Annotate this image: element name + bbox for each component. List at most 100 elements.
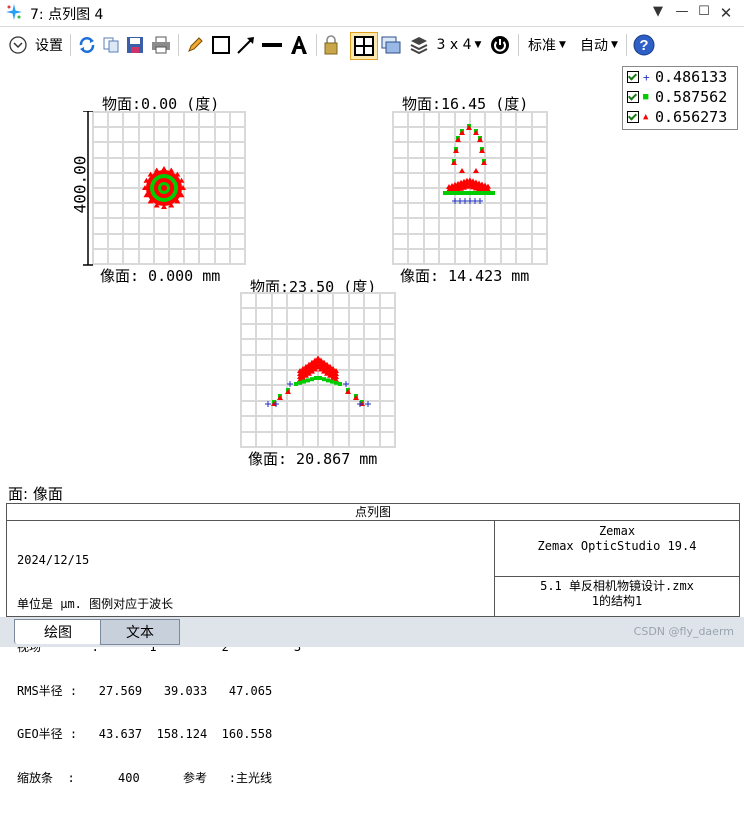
spot-point — [277, 395, 283, 400]
rectangle-icon[interactable] — [210, 33, 232, 57]
window-title: 7: 点列图 4 — [30, 7, 104, 23]
checkbox-icon[interactable] — [627, 91, 639, 103]
caret-down-icon: ▼ — [474, 40, 482, 50]
spot-point — [447, 191, 451, 195]
plot1-image-label: 像面: 0.000 mm — [100, 267, 221, 285]
spot-point — [467, 191, 471, 195]
settings-button[interactable]: 设置 — [32, 33, 66, 57]
spot-point — [487, 191, 491, 195]
checkbox-icon[interactable] — [627, 111, 639, 123]
minimize-button[interactable]: — — [672, 4, 692, 22]
spot-point — [479, 191, 483, 195]
spot-point — [475, 191, 479, 195]
arrow-line-icon[interactable] — [234, 33, 258, 57]
legend-label: 0.587562 — [655, 88, 728, 106]
auto-dropdown[interactable]: 自动 ▼ — [576, 33, 622, 57]
plot3-image-label: 像面: 20.867 mm — [248, 450, 378, 468]
software-version: Zemax OpticStudio 19.4 — [537, 539, 697, 553]
text-icon[interactable] — [287, 33, 311, 57]
grid-layout-toggle-icon[interactable] — [350, 32, 378, 60]
refresh-icon[interactable] — [76, 33, 98, 57]
spot-point — [463, 191, 467, 195]
spot-point — [471, 191, 475, 195]
spot-point — [285, 389, 291, 394]
spot-point — [345, 389, 351, 394]
plot1-grid — [92, 111, 246, 265]
spot-point — [338, 382, 342, 386]
spot-point — [302, 379, 306, 384]
window-layout-icon[interactable] — [379, 33, 403, 57]
spot-point — [322, 377, 326, 382]
spot-point — [298, 380, 302, 385]
spot-point — [310, 377, 314, 382]
close-button[interactable]: ✕ — [716, 4, 736, 22]
plot2-image-label: 像面: 14.423 mm — [400, 267, 530, 285]
tab-bar: 绘图 文本 CSDN @fly_daerm — [0, 617, 744, 647]
copy-icon[interactable] — [100, 33, 122, 57]
layout-grid-label: 3 x 4 — [436, 37, 472, 53]
spot-point — [483, 191, 487, 195]
standard-dropdown[interactable]: 标准 ▼ — [524, 33, 570, 57]
checkbox-icon[interactable] — [627, 71, 639, 83]
separator — [316, 34, 317, 56]
spot-point — [459, 191, 463, 195]
separator — [626, 34, 627, 56]
print-icon[interactable] — [150, 33, 172, 57]
legend-marker: + — [643, 70, 650, 84]
plot3-gridlines — [240, 292, 396, 448]
spot-point — [473, 168, 479, 173]
auto-label: 自动 — [580, 38, 609, 54]
spot-point — [294, 382, 298, 386]
spot-point — [330, 379, 334, 384]
spot-point — [451, 160, 457, 165]
save-icon[interactable] — [124, 33, 146, 57]
surface-label: 面: 像面 — [8, 485, 63, 503]
spot-point — [326, 378, 330, 383]
spot-point — [481, 160, 487, 165]
legend-label: 0.486133 — [655, 68, 728, 86]
spot-point — [473, 130, 479, 135]
separator — [70, 34, 71, 56]
lock-icon[interactable] — [320, 33, 342, 57]
pencil-icon[interactable] — [184, 33, 206, 57]
title-bar: 7: 点列图 4 ▼ — ☐ ✕ — [0, 0, 744, 27]
maximize-button[interactable]: ☐ — [694, 4, 714, 22]
tab-text[interactable]: 文本 — [100, 619, 180, 645]
spot-point — [306, 378, 310, 383]
legend-marker: ▲ — [643, 112, 649, 122]
spot-point — [353, 395, 359, 400]
spot-point — [477, 137, 483, 142]
settings-chevron-icon[interactable] — [8, 33, 28, 57]
spot-ring — [161, 185, 167, 191]
caret-down-icon: ▼ — [611, 40, 618, 50]
spot-point — [459, 130, 465, 135]
help-icon[interactable]: ? — [632, 33, 656, 57]
software-name: Zemax — [598, 524, 636, 538]
watermark: CSDN @fly_daerm — [633, 625, 734, 638]
spot-point — [318, 376, 322, 380]
svg-text:?: ? — [639, 37, 648, 54]
sparkle-icon — [6, 4, 22, 20]
line-icon[interactable] — [260, 33, 284, 57]
standard-label: 标准 — [528, 38, 557, 54]
layers-icon[interactable] — [407, 33, 431, 57]
spot-point — [491, 191, 495, 195]
power-icon[interactable] — [488, 33, 512, 57]
plot3-grid — [240, 292, 396, 448]
info-date: 2024/12/15 — [17, 553, 90, 567]
scale-bar-label: 400.00 — [70, 155, 90, 214]
spot-point — [451, 191, 455, 195]
toolbar: 设置 3 x 4 ▼ 标准 ▼ 自动 ▼ ? — [0, 28, 744, 62]
spot-point — [455, 191, 459, 195]
dropdown-arrow-icon[interactable]: ▼ — [648, 4, 668, 22]
layout-grid-dropdown[interactable]: 3 x 4 ▼ — [435, 33, 483, 57]
spot-point — [161, 166, 167, 171]
config-name: 1的结构1 — [591, 594, 643, 608]
info-panel: 点列图 2024/12/15 单位是 μm. 图例对应于波长 视场 : 1 2 … — [6, 503, 740, 785]
tab-plot[interactable]: 绘图 — [14, 619, 102, 644]
legend-row: ▲ 0.656273 — [627, 107, 727, 127]
spot-point — [314, 376, 318, 380]
separator — [178, 34, 179, 56]
spot-point — [334, 380, 338, 385]
spot-point — [453, 148, 459, 153]
